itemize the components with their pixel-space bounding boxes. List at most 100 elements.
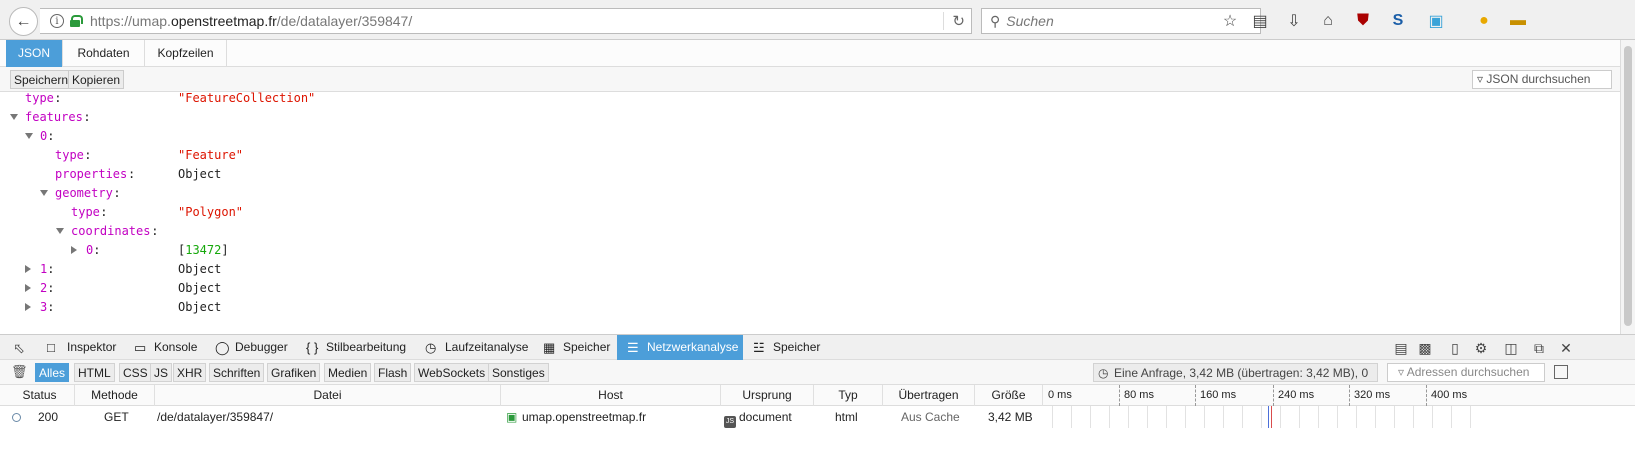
- tab-json[interactable]: JSON: [6, 40, 63, 67]
- collapsed-twisty-icon[interactable]: [71, 246, 77, 254]
- waterfall-gridline: [1223, 406, 1224, 428]
- expanded-twisty-icon[interactable]: [56, 228, 64, 234]
- json-filter-input[interactable]: ▿ JSON durchsuchen: [1472, 70, 1612, 89]
- json-tree-row[interactable]: 0: [13472]: [0, 241, 1600, 260]
- json-key: coordinates: [71, 224, 151, 238]
- devtools-tab-konsole[interactable]: ▭ Konsole: [124, 335, 205, 360]
- save-button[interactable]: Speichern: [10, 70, 73, 89]
- devtools-tab-speicher[interactable]: ▦ Speicher: [533, 335, 617, 360]
- json-tree-row[interactable]: 0:: [0, 127, 1600, 146]
- download-icon[interactable]: ⇩: [1284, 11, 1304, 31]
- devtools-tab-stilbearbeitung[interactable]: { } Stilbearbeitung: [296, 335, 415, 360]
- close-devtools-icon[interactable]: ✕: [1557, 339, 1575, 357]
- json-tree-row[interactable]: 1: Object: [0, 260, 1600, 279]
- tab-headers[interactable]: Kopfzeilen: [145, 40, 227, 67]
- bookmark-star-icon[interactable]: ☆: [1220, 11, 1240, 31]
- filter-button-html[interactable]: HTML: [74, 363, 115, 382]
- json-tree-row[interactable]: geometry:: [0, 184, 1600, 203]
- home-icon[interactable]: ⌂: [1318, 11, 1338, 31]
- s-square-extension-icon[interactable]: ▣: [1426, 11, 1446, 31]
- json-tree-row[interactable]: coordinates:: [0, 222, 1600, 241]
- filter-button-medien[interactable]: Medien: [324, 363, 372, 382]
- timeline-tick-label: 240 ms: [1273, 385, 1314, 406]
- column-header[interactable]: Größe: [975, 385, 1043, 406]
- split-console-icon[interactable]: ▩: [1416, 339, 1434, 357]
- filter-button-grafiken[interactable]: Grafiken: [267, 363, 321, 382]
- copy-button[interactable]: Kopieren: [68, 70, 125, 89]
- tab-raw-data[interactable]: Rohdaten: [63, 40, 145, 67]
- waterfall-gridline: [1185, 406, 1186, 428]
- column-header[interactable]: Host: [501, 385, 721, 406]
- json-tree-row[interactable]: features:: [0, 108, 1600, 127]
- filter-button-schriften[interactable]: Schriften: [209, 363, 265, 382]
- json-tree-row[interactable]: 2: Object: [0, 279, 1600, 298]
- collapsed-twisty-icon[interactable]: [25, 303, 31, 311]
- lock-icon: [70, 15, 83, 27]
- timeline-tick-label: 160 ms: [1195, 385, 1236, 406]
- column-header[interactable]: Datei: [155, 385, 501, 406]
- ublock-icon[interactable]: ⛊: [1353, 11, 1373, 31]
- column-header[interactable]: Methode: [75, 385, 155, 406]
- json-tree-row: type: "Feature": [0, 146, 1600, 165]
- lightbulb-icon[interactable]: ●: [1474, 11, 1494, 31]
- scrollbar-thumb[interactable]: [1624, 46, 1632, 326]
- sidebar-toggle-icon[interactable]: [1554, 365, 1568, 379]
- devtools-tab-debugger[interactable]: ◯ Debugger: [205, 335, 296, 360]
- request-type: html: [835, 410, 858, 424]
- stopwatch-icon: ◷: [1098, 366, 1109, 380]
- url-bar[interactable]: i https://umap.openstreetmap.fr/de/datal…: [40, 8, 972, 34]
- column-header[interactable]: Status: [5, 385, 75, 406]
- back-button[interactable]: ←: [9, 7, 38, 36]
- layout-toggle-icon[interactable]: ▤: [1392, 339, 1410, 357]
- expanded-twisty-icon[interactable]: [40, 190, 48, 196]
- pick-element-icon[interactable]: ⬁: [10, 339, 28, 357]
- network-summary[interactable]: ◷ Eine Anfrage, 3,42 MB (übertragen: 3,42…: [1093, 363, 1378, 399]
- collapsed-twisty-icon[interactable]: [25, 284, 31, 292]
- devtools-tab-inspektor[interactable]: □ Inspektor: [37, 335, 124, 360]
- devtools-tab-speicher[interactable]: ☳ Speicher: [743, 335, 833, 360]
- url-text[interactable]: https://umap.openstreetmap.fr/de/datalay…: [90, 13, 412, 29]
- collapsed-twisty-icon[interactable]: [25, 265, 31, 273]
- table-row[interactable]: 200 GET/de/datalayer/359847/umap.openstre…: [0, 406, 1635, 428]
- browser-toolbar: ← i https://umap.openstreetmap.fr/de/dat…: [0, 0, 1635, 40]
- waterfall-gridline: [1204, 406, 1205, 428]
- vertical-scrollbar[interactable]: [1620, 40, 1635, 334]
- expanded-twisty-icon[interactable]: [25, 133, 33, 139]
- waterfall-gridline: [1337, 406, 1338, 428]
- column-header[interactable]: Typ: [814, 385, 883, 406]
- filter-button-websockets[interactable]: WebSockets: [414, 363, 490, 382]
- devtools-tab-netzwerkanalyse[interactable]: ☰ Netzwerkanalyse: [617, 335, 743, 360]
- search-bar[interactable]: ⚲ Suchen: [981, 8, 1261, 34]
- timeline-tick-label: 0 ms: [1048, 389, 1072, 401]
- waterfall-gridline: [1280, 406, 1281, 428]
- expanded-twisty-icon[interactable]: [10, 114, 18, 120]
- waterfall-gridline: [1261, 406, 1262, 428]
- devtools-tab-laufzeitanalyse[interactable]: ◷ Laufzeitanalyse: [415, 335, 533, 360]
- trash-icon[interactable]: 🗑: [11, 364, 28, 380]
- json-key: type: [55, 148, 84, 162]
- responsive-design-icon[interactable]: ▯: [1446, 339, 1464, 357]
- back-arrow-icon: ←: [15, 12, 32, 30]
- filter-button-alles[interactable]: Alles: [35, 363, 70, 382]
- memory-icon: ▦: [543, 340, 556, 355]
- address-filter-input[interactable]: ▿ Adressen durchsuchen: [1387, 363, 1545, 382]
- site-info-icon[interactable]: i: [50, 14, 64, 28]
- json-filter-placeholder: JSON durchsuchen: [1486, 72, 1591, 86]
- filter-button-js[interactable]: JS: [150, 363, 173, 382]
- filter-button-css[interactable]: CSS: [119, 363, 152, 382]
- settings-gear-icon[interactable]: ⚙: [1472, 339, 1490, 357]
- column-header[interactable]: Ursprung: [721, 385, 814, 406]
- filter-button-xhr[interactable]: XHR: [173, 363, 207, 382]
- json-array-preview: [13472]: [178, 243, 229, 257]
- undock-window-icon[interactable]: ⧉: [1530, 339, 1548, 357]
- column-header[interactable]: Übertragen: [883, 385, 975, 406]
- dock-side-icon[interactable]: ◫: [1502, 339, 1520, 357]
- json-tree-row[interactable]: 3: Object: [0, 298, 1600, 317]
- reading-list-icon[interactable]: ▤: [1250, 11, 1270, 31]
- filter-button-sonstiges[interactable]: Sonstiges: [488, 363, 549, 382]
- reload-icon[interactable]: ↻: [943, 12, 965, 30]
- s-extension-icon[interactable]: S: [1388, 11, 1408, 31]
- request-size: 3,42 MB: [988, 410, 1033, 424]
- filter-button-flash[interactable]: Flash: [374, 363, 412, 382]
- ruler-extension-icon[interactable]: ▬: [1508, 11, 1528, 31]
